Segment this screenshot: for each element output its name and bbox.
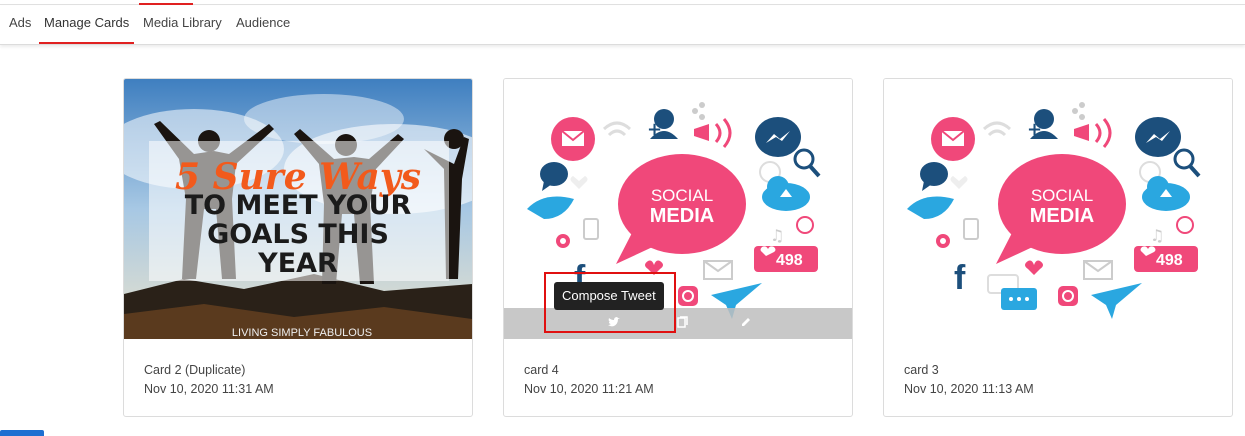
svg-text:♫: ♫ <box>1150 226 1164 245</box>
card-date: Nov 10, 2020 11:21 AM <box>524 382 654 396</box>
card-meta: Card 2 (Duplicate) Nov 10, 2020 11:31 AM <box>144 361 274 399</box>
card-item[interactable]: SOCIAL MEDIA + <box>503 78 853 417</box>
svg-text:+: + <box>647 119 662 140</box>
copy-icon[interactable] <box>677 316 688 331</box>
bubble-text-social: SOCIAL <box>1031 186 1093 205</box>
image-title-line2: TO MEET YOUR <box>185 190 412 221</box>
card-thumbnail[interactable]: 5 Sure Ways TO MEET YOUR GOALS THIS YEAR… <box>124 79 472 339</box>
goals-image: 5 Sure Ways TO MEET YOUR GOALS THIS YEAR… <box>124 79 472 339</box>
top-accent <box>139 3 193 5</box>
card-thumbnail[interactable]: SOCIAL MEDIA + ♫ 498 f <box>884 79 1232 339</box>
card-date: Nov 10, 2020 11:31 AM <box>144 382 274 396</box>
tab-audience[interactable]: Audience <box>231 6 295 44</box>
edit-pencil-icon[interactable] <box>740 316 752 331</box>
card-meta: card 3 Nov 10, 2020 11:13 AM <box>904 361 1034 399</box>
image-title-line4: YEAR <box>257 248 338 279</box>
image-footer-text: LIVING SIMPLY FABULOUS <box>232 327 372 339</box>
card-name: card 4 <box>524 363 559 377</box>
svg-text:f: f <box>954 259 966 297</box>
primary-button[interactable] <box>0 430 44 436</box>
tab-bar: Ads Manage Cards Media Library Audience <box>0 6 1245 45</box>
card-item[interactable]: 5 Sure Ways TO MEET YOUR GOALS THIS YEAR… <box>123 78 473 417</box>
svg-text:♫: ♫ <box>770 226 784 245</box>
card-name: card 3 <box>904 363 939 377</box>
tab-media-library[interactable]: Media Library <box>138 6 227 44</box>
tab-manage-cards[interactable]: Manage Cards <box>39 6 135 44</box>
likes-count: 498 <box>776 252 803 269</box>
bubble-text-media: MEDIA <box>650 205 714 227</box>
image-title-line3: GOALS THIS <box>207 219 389 250</box>
card-date: Nov 10, 2020 11:13 AM <box>904 382 1034 396</box>
bubble-text-media: MEDIA <box>1030 205 1094 227</box>
card-item[interactable]: SOCIAL MEDIA + <box>883 78 1233 417</box>
likes-count: 498 <box>1156 252 1183 269</box>
bubble-text-social: SOCIAL <box>651 186 713 205</box>
card-name: Card 2 (Duplicate) <box>144 363 246 377</box>
tab-ads[interactable]: Ads <box>4 6 36 44</box>
card-meta: card 4 Nov 10, 2020 11:21 AM <box>524 361 654 399</box>
social-media-image: SOCIAL MEDIA + ♫ 498 f <box>884 79 1232 339</box>
highlight-box <box>544 272 676 333</box>
svg-text:+: + <box>1027 119 1042 140</box>
